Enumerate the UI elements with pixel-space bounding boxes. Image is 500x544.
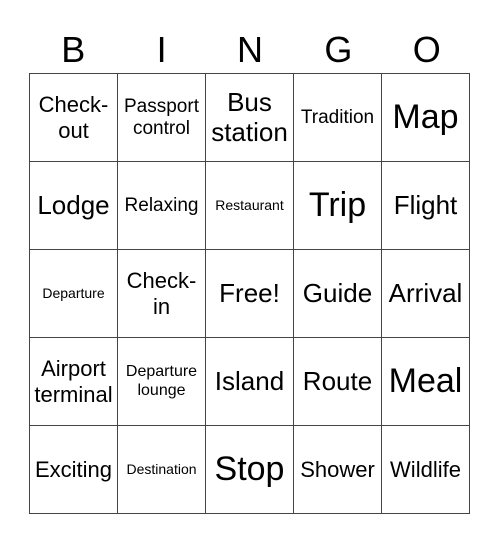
bingo-cell[interactable]: Destination [118, 426, 206, 514]
bingo-cell[interactable]: Departure [30, 250, 118, 338]
header-letter-o: O [412, 29, 441, 70]
cell-label: Map [392, 97, 459, 136]
bingo-header: B I N G O [29, 28, 471, 72]
cell-label: Route [302, 365, 373, 396]
bingo-cell[interactable]: Check- in [118, 250, 206, 338]
cell-label: Passport control [124, 95, 199, 139]
cell-label: Stop [214, 449, 285, 488]
bingo-cell[interactable]: Stop [206, 426, 294, 514]
cell-label: Check- in [126, 268, 197, 319]
header-letter-n: N [236, 29, 263, 70]
header-letter-b: B [61, 29, 86, 70]
cell-label: Flight [393, 189, 458, 220]
cell-label: Island [214, 365, 285, 396]
cell-label: Meal [388, 361, 463, 400]
bingo-cell[interactable]: Island [206, 338, 294, 426]
bingo-cell[interactable]: Airport terminal [30, 338, 118, 426]
free-space-cell[interactable]: Free! [206, 250, 294, 338]
cell-label: Arrival [388, 277, 463, 308]
cell-label: Free! [219, 277, 280, 308]
bingo-cell[interactable]: Shower [294, 426, 382, 514]
cell-label: Tradition [300, 106, 375, 128]
bingo-cell[interactable]: Check- out [30, 74, 118, 162]
bingo-cell[interactable]: Exciting [30, 426, 118, 514]
cell-label: Guide [302, 277, 373, 308]
cell-label: Relaxing [124, 194, 199, 216]
cell-label: Lodge [37, 189, 110, 220]
cell-label: Trip [308, 185, 367, 224]
cell-label: Shower [300, 456, 375, 482]
header-letter-g: G [324, 29, 353, 70]
cell-label: Destination [126, 461, 197, 478]
bingo-cell[interactable]: Passport control [118, 74, 206, 162]
cell-label: Restaurant [215, 197, 284, 214]
bingo-cell[interactable]: Route [294, 338, 382, 426]
bingo-grid: Check- out Passport control Bus station Tra… [29, 73, 470, 514]
bingo-cell[interactable]: Lodge [30, 162, 118, 250]
header-letter-i: I [156, 29, 167, 70]
bingo-cell[interactable]: Flight [382, 162, 470, 250]
cell-label: Wildlife [390, 456, 461, 482]
bingo-cell[interactable]: Wildlife [382, 426, 470, 514]
cell-label: Bus station [211, 86, 288, 147]
bingo-cell[interactable]: Guide [294, 250, 382, 338]
bingo-cell[interactable]: Bus station [206, 74, 294, 162]
cell-label: Departure [42, 285, 105, 302]
bingo-cell[interactable]: Departure lounge [118, 338, 206, 426]
bingo-cell[interactable]: Arrival [382, 250, 470, 338]
cell-label: Exciting [34, 456, 113, 482]
bingo-cell[interactable]: Meal [382, 338, 470, 426]
bingo-cell[interactable]: Trip [294, 162, 382, 250]
cell-label: Airport terminal [34, 356, 113, 407]
bingo-cell[interactable]: Tradition [294, 74, 382, 162]
bingo-cell[interactable]: Map [382, 74, 470, 162]
bingo-cell[interactable]: Relaxing [118, 162, 206, 250]
cell-label: Departure lounge [125, 363, 198, 399]
bingo-cell[interactable]: Restaurant [206, 162, 294, 250]
cell-label: Check- out [38, 92, 109, 143]
